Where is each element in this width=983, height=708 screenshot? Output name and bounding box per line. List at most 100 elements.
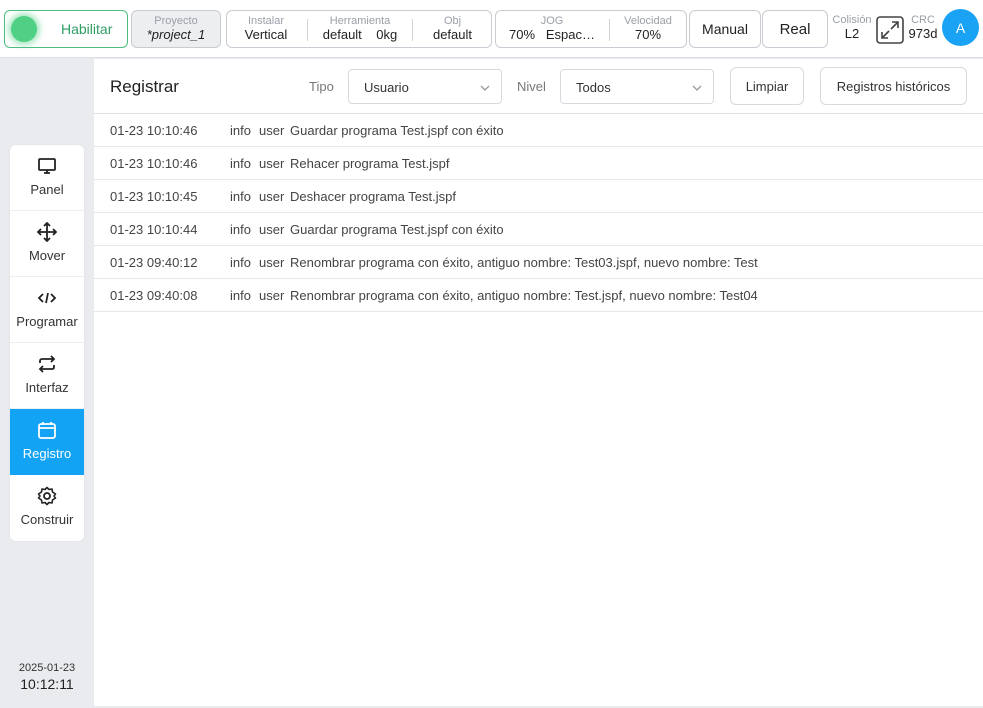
project-name: *project_1 (146, 27, 206, 42)
log-user: user (259, 156, 285, 171)
sidebar-item-build[interactable]: Construir (10, 475, 84, 541)
enable-status-indicator (11, 16, 37, 42)
speed-cell[interactable]: Velocidad 70% (610, 11, 686, 47)
page-title: Registrar (110, 77, 179, 96)
log-row: 01-23 09:40:08 info user Renombrar progr… (94, 279, 983, 312)
log-level: info (230, 255, 251, 270)
log-user: user (259, 222, 285, 237)
sidebar-item-label: Registro (22, 446, 72, 461)
level-filter-value: Todos (576, 80, 611, 95)
top-bar: Habilitar Proyecto *project_1 Instalar V… (0, 0, 983, 58)
sidebar-item-move[interactable]: Mover (10, 211, 84, 277)
sidebar-nav: Panel Mover Programar Interfaz Registro … (10, 145, 84, 541)
jog-percent: 70% (508, 27, 536, 42)
log-user: user (259, 189, 285, 204)
log-level: info (230, 222, 251, 237)
level-filter-select[interactable]: Todos (560, 69, 714, 104)
type-filter-label: Tipo (309, 79, 334, 94)
chevron-down-icon (480, 85, 490, 91)
log-time: 01-23 09:40:08 (110, 288, 198, 303)
log-time: 01-23 09:40:12 (110, 255, 198, 270)
collision-value: L2 (844, 26, 860, 41)
clock: 2025-01-23 10:12:11 (10, 662, 84, 692)
install-value: Vertical (244, 27, 288, 42)
speed-label: Velocidad (624, 15, 672, 27)
sidebar-item-label: Programar (16, 314, 78, 329)
type-filter-select[interactable]: Usuario (348, 69, 502, 104)
sidebar-item-panel[interactable]: Panel (10, 145, 84, 211)
clear-button[interactable]: Limpiar (730, 67, 804, 105)
install-label: Instalar (247, 15, 285, 27)
code-icon (37, 292, 57, 304)
swap-icon (38, 355, 56, 373)
log-user: user (259, 288, 285, 303)
log-row: 01-23 10:10:46 info user Guardar program… (94, 114, 983, 147)
log-time: 01-23 10:10:46 (110, 123, 198, 138)
log-row: 01-23 09:40:12 info user Renombrar progr… (94, 246, 983, 279)
obj-label: Obj (443, 15, 462, 27)
log-row: 01-23 10:10:44 info user Guardar program… (94, 213, 983, 246)
sidebar-item-label: Construir (20, 512, 74, 527)
current-time: 10:12:11 (20, 676, 74, 692)
jog-label: JOG (540, 15, 564, 27)
log-message: Guardar programa Test.jspf con éxito (290, 222, 504, 237)
current-date: 2025-01-23 (18, 662, 76, 674)
log-panel: Registrar Tipo Usuario Nivel Todos Limpi… (94, 59, 983, 706)
sidebar-item-label: Interfaz (25, 380, 69, 395)
project-label: Proyecto (154, 15, 198, 27)
log-toolbar: Registrar Tipo Usuario Nivel Todos Limpi… (94, 59, 983, 114)
fullscreen-icon[interactable] (876, 16, 904, 49)
log-message: Renombrar programa con éxito, antiguo no… (290, 255, 758, 270)
jog-speed-group: JOG 70% Espac… Velocidad 70% (495, 10, 687, 48)
log-time: 01-23 10:10:46 (110, 156, 198, 171)
install-tool-obj-group: Instalar Vertical Herramienta default 0k… (226, 10, 492, 48)
log-message: Renombrar programa con éxito, antiguo no… (290, 288, 758, 303)
sidebar-item-label: Mover (28, 248, 66, 263)
log-row: 01-23 10:10:45 info user Deshacer progra… (94, 180, 983, 213)
history-logs-button[interactable]: Registros históricos (820, 67, 967, 105)
jog-cell[interactable]: JOG 70% Espac… (496, 11, 608, 47)
obj-cell[interactable]: Obj default (414, 11, 491, 47)
chevron-down-icon (692, 85, 702, 91)
log-user: user (259, 123, 285, 138)
tool-label: Herramienta (329, 15, 391, 27)
log-level: info (230, 156, 251, 171)
tool-cell[interactable]: Herramienta default 0kg (309, 11, 411, 47)
log-time: 01-23 10:10:44 (110, 222, 198, 237)
collision-label: Colisión (832, 14, 872, 26)
obj-value: default (432, 27, 473, 42)
install-cell[interactable]: Instalar Vertical (227, 11, 305, 47)
log-message: Guardar programa Test.jspf con éxito (290, 123, 504, 138)
sidebar-item-interface[interactable]: Interfaz (10, 343, 84, 409)
jog-mode: Espac… (545, 27, 595, 42)
collision-indicator: Colisión L2 (830, 10, 874, 46)
sidebar-item-log[interactable]: Registro (10, 409, 84, 475)
log-level: info (230, 123, 251, 138)
manual-button[interactable]: Manual (689, 10, 761, 48)
crc-label: CRC (911, 14, 935, 26)
gear-icon (37, 486, 57, 506)
log-time: 01-23 10:10:45 (110, 189, 198, 204)
tool-weight: 0kg (376, 27, 398, 42)
crc-value: 973d (908, 26, 938, 41)
log-message: Deshacer programa Test.jspf (290, 189, 456, 204)
project-selector[interactable]: Proyecto *project_1 (131, 10, 221, 48)
sidebar-item-label: Panel (30, 182, 64, 197)
crc-indicator: CRC 973d (904, 10, 942, 46)
sidebar-item-program[interactable]: Programar (10, 277, 84, 343)
level-filter-label: Nivel (517, 79, 546, 94)
real-button[interactable]: Real (762, 10, 828, 48)
monitor-icon (38, 158, 56, 174)
calendar-icon (38, 422, 56, 439)
enable-button[interactable]: Habilitar (4, 10, 128, 48)
tool-name: default (322, 27, 362, 42)
type-filter-value: Usuario (364, 80, 409, 95)
log-level: info (230, 189, 251, 204)
speed-value: 70% (634, 27, 662, 42)
log-row: 01-23 10:10:46 info user Rehacer program… (94, 147, 983, 180)
user-avatar[interactable]: A (942, 9, 979, 46)
enable-label: Habilitar (61, 21, 113, 37)
log-message: Rehacer programa Test.jspf (290, 156, 450, 171)
log-level: info (230, 288, 251, 303)
log-user: user (259, 255, 285, 270)
